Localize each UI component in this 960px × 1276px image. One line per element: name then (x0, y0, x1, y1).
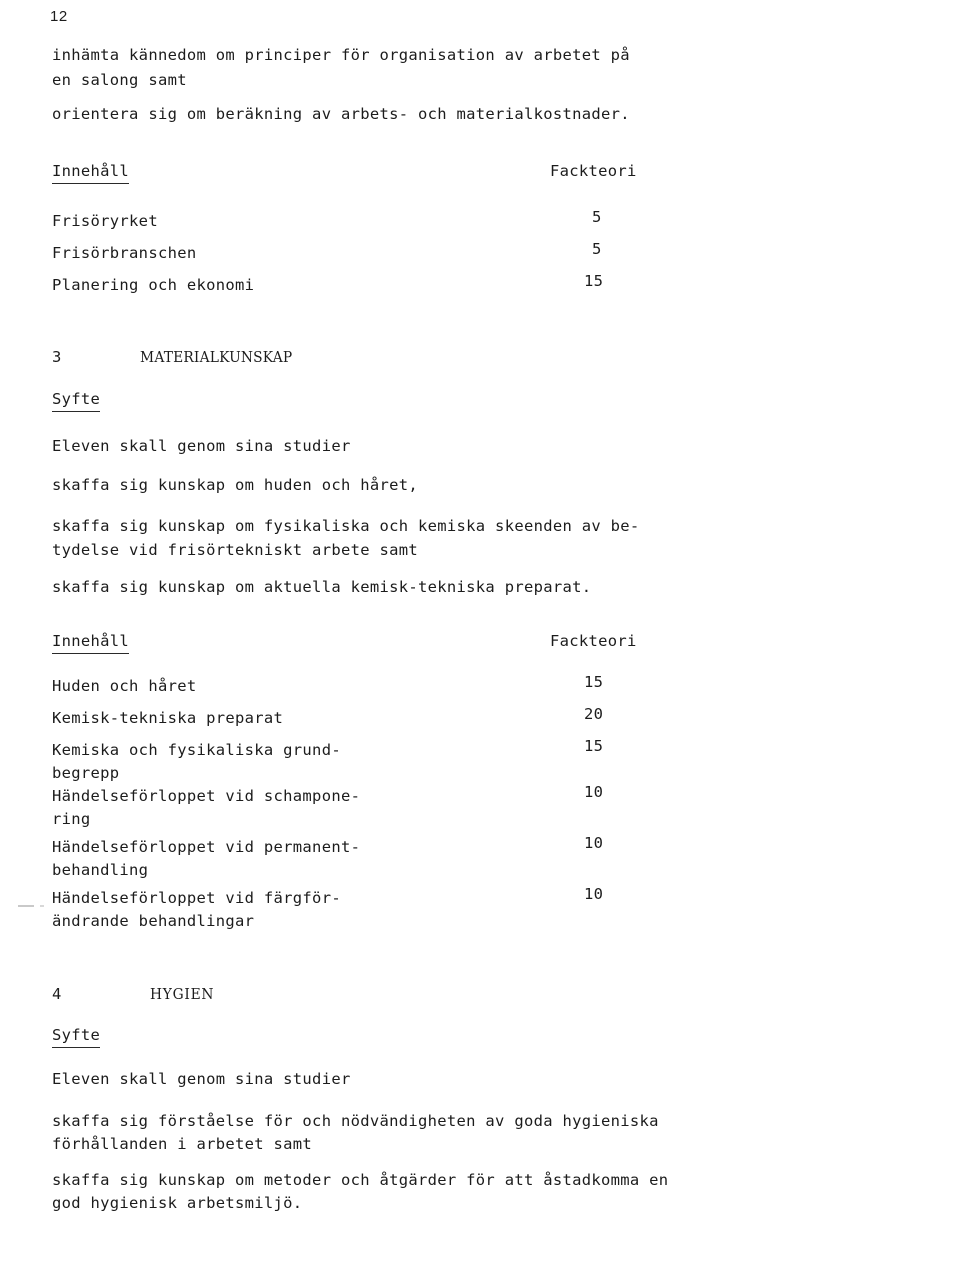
table-row-value: 15 (584, 272, 604, 290)
chapter-4-purpose-heading-label: Syfte (52, 1026, 101, 1048)
table-row-value: 15 (584, 673, 604, 691)
table-row-value: 20 (584, 705, 604, 723)
table-1-heading: Innehåll (52, 162, 130, 184)
chapter-4-purpose-heading: Syfte (52, 1026, 101, 1048)
table-row-continuation: ring (52, 810, 91, 828)
table-2-column-header: Fackteori (550, 632, 637, 650)
table-row-value: 10 (584, 834, 604, 852)
intro-paragraph-2-line-1: orientera sig om beräkning av arbets- oc… (52, 105, 630, 123)
table-row-continuation: behandling (52, 861, 149, 879)
chapter-4-lead: Eleven skall genom sina studier (52, 1070, 351, 1088)
table-2-heading: Innehåll (52, 632, 130, 654)
table-row-value: 10 (584, 783, 604, 801)
table-row: Kemisk-tekniska preparat (52, 709, 284, 727)
table-1-heading-label: Innehåll (52, 162, 130, 184)
table-row: Planering och ekonomi (52, 276, 255, 294)
chapter-4-number: 4 (52, 985, 62, 1003)
table-row-value: 10 (584, 885, 604, 903)
table-row-continuation: ändrande behandlingar (52, 912, 255, 930)
intro-paragraph-1-line-1: inhämta kännedom om principer för organi… (52, 46, 630, 64)
document-page: 12 inhämta kännedom om principer för org… (0, 0, 960, 1276)
table-2-heading-label: Innehåll (52, 632, 130, 654)
table-row-value: 15 (584, 737, 604, 755)
chapter-3-goal-2-line-1: skaffa sig kunskap om fysikaliska och ke… (52, 517, 640, 535)
chapter-3-number: 3 (52, 348, 62, 366)
scan-artifact (40, 905, 44, 907)
table-row: Huden och håret (52, 677, 197, 695)
chapter-4-goal-1-line-2: förhållanden i arbetet samt (52, 1135, 313, 1153)
scan-artifact (18, 905, 34, 907)
table-1-column-header: Fackteori (550, 162, 637, 180)
chapter-3-goal-1: skaffa sig kunskap om huden och håret, (52, 476, 419, 494)
intro-paragraph-1-line-2: en salong samt (52, 71, 187, 89)
table-row: Frisöryrket (52, 212, 158, 230)
table-row: Frisörbranschen (52, 244, 197, 262)
chapter-4-goal-2-line-2: god hygienisk arbetsmiljö. (52, 1194, 303, 1212)
chapter-4-title: HYGIEN (150, 985, 215, 1003)
page-number: 12 (50, 8, 68, 25)
table-row: Händelseförloppet vid schampone- (52, 787, 361, 805)
chapter-3-purpose-heading-label: Syfte (52, 390, 101, 412)
chapter-3-goal-3: skaffa sig kunskap om aktuella kemisk-te… (52, 578, 592, 596)
chapter-3-goal-2-line-2: tydelse vid frisörtekniskt arbete samt (52, 541, 419, 559)
chapter-3-title: MATERIALKUNSKAP (140, 348, 293, 366)
table-row-value: 5 (592, 208, 602, 226)
chapter-3-lead: Eleven skall genom sina studier (52, 437, 351, 455)
table-row-value: 5 (592, 240, 602, 258)
chapter-3-purpose-heading: Syfte (52, 390, 101, 412)
